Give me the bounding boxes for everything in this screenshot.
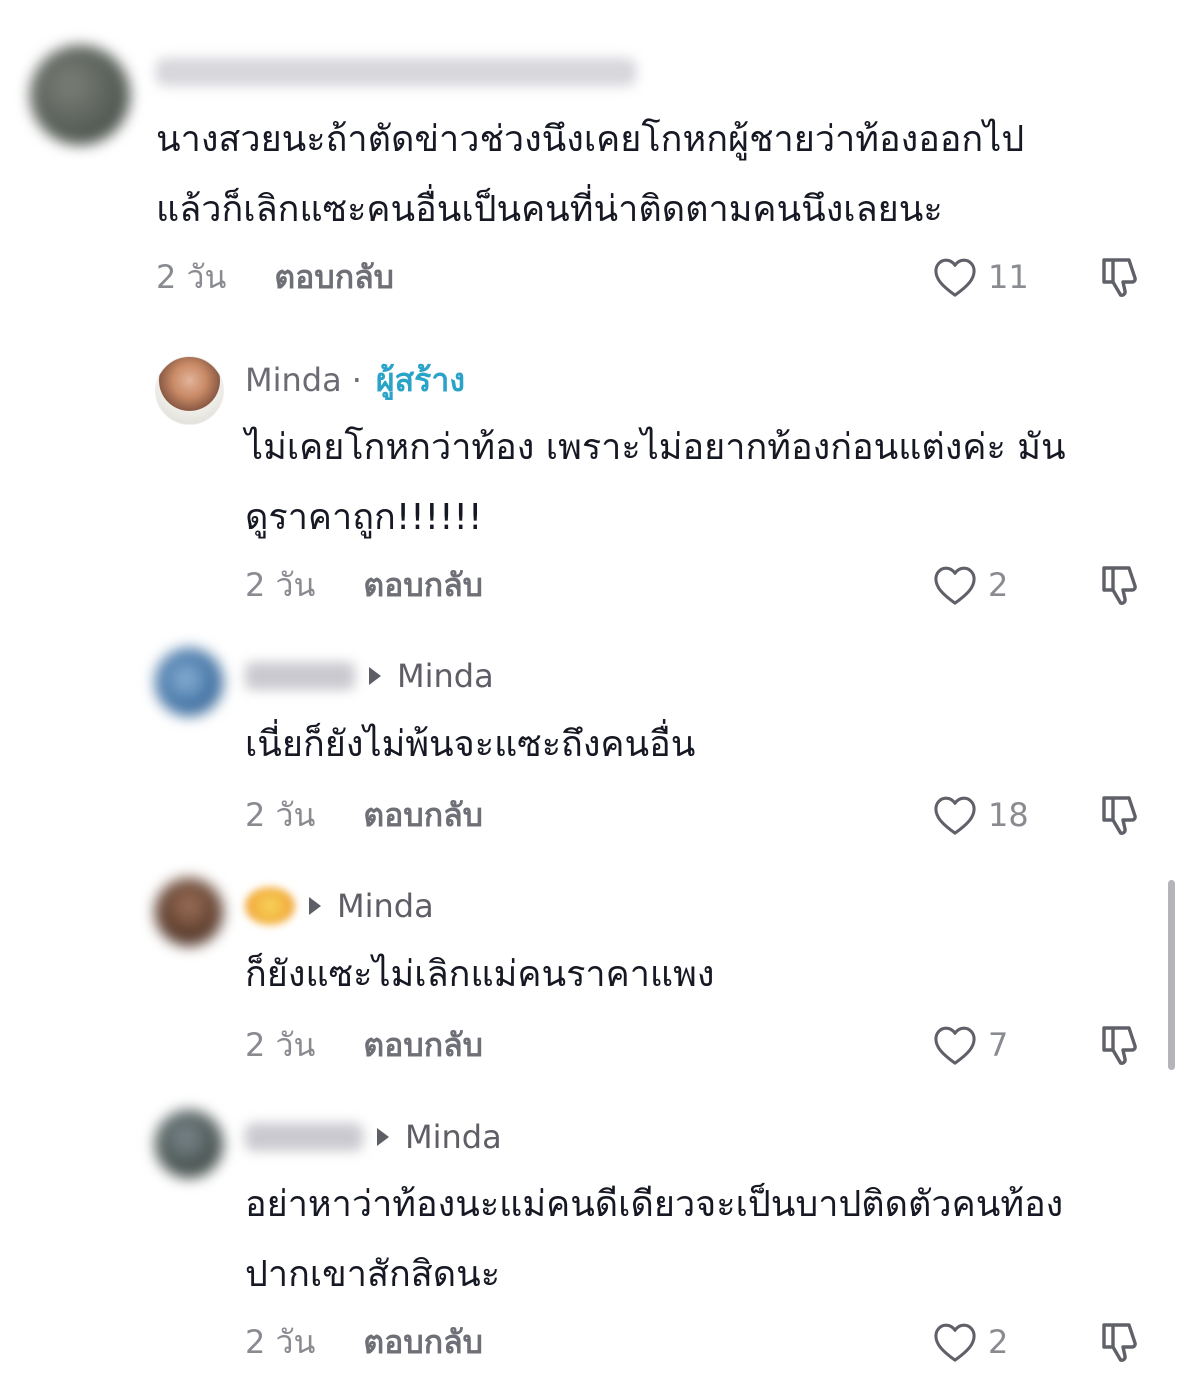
thumbs-down-icon[interactable]	[1096, 791, 1144, 839]
like-button[interactable]: 11	[932, 255, 1029, 299]
like-button[interactable]: 7	[932, 1023, 1008, 1067]
avatar[interactable]	[155, 648, 223, 716]
reply-button[interactable]: ตอบกลับ	[363, 790, 483, 841]
reply-button[interactable]: ตอบกลับ	[363, 1317, 483, 1368]
thumbs-down-icon[interactable]	[1096, 561, 1144, 609]
comment-meta: 2 วัน ตอบกลับ	[245, 793, 483, 837]
reply-button[interactable]: ตอบกลับ	[363, 560, 483, 611]
comment-username[interactable]	[156, 52, 636, 92]
blurred-username	[245, 662, 355, 690]
play-triangle-icon	[309, 897, 321, 915]
heart-icon	[934, 1026, 976, 1065]
avatar[interactable]	[30, 45, 130, 145]
play-triangle-icon	[377, 1128, 389, 1146]
avatar[interactable]	[155, 1110, 223, 1178]
creator-badge: ผู้สร้าง	[375, 360, 465, 399]
comment-time: 2 วัน	[245, 1025, 316, 1064]
emoji-username	[245, 887, 295, 925]
comment-text-line: แล้วก็เลิกแซะคนอื่นเป็นคนที่น่าติดตามคนน…	[156, 189, 943, 230]
thumbs-down-icon[interactable]	[1096, 1318, 1144, 1366]
comment-username[interactable]: Minda	[245, 656, 494, 696]
thumbs-down-icon[interactable]	[1096, 1021, 1144, 1069]
username[interactable]: Minda	[245, 361, 342, 399]
play-triangle-icon	[369, 667, 381, 685]
avatar[interactable]	[155, 356, 224, 425]
like-button[interactable]: 18	[932, 793, 1029, 837]
comment-text: ไม่เคยโกหกว่าท้อง เพราะไม่อยากท้องก่อนแต…	[245, 413, 1165, 553]
avatar[interactable]	[155, 878, 223, 946]
heart-icon	[934, 258, 976, 297]
heart-icon	[934, 1323, 976, 1362]
like-count: 2	[988, 566, 1009, 604]
like-count: 11	[988, 258, 1029, 296]
comment-meta: 2 วัน ตอบกลับ	[245, 563, 483, 607]
like-button[interactable]: 2	[932, 1320, 1008, 1364]
comment-text-line: ปากเขาสักสิดนะ	[245, 1254, 501, 1295]
scrollbar[interactable]	[1168, 880, 1175, 1070]
comment-text-line: เนี่ยก็ยังไม่พ้นจะแซะถึงคนอื่น	[245, 724, 696, 765]
comment-time: 2 วัน	[245, 795, 316, 834]
comment-text-line: อย่าหาว่าท้องนะแม่คนดีเดียวจะเป็นบาปติดต…	[245, 1184, 1064, 1225]
comment-text: ก็ยังแซะไม่เลิกแม่คนราคาแพง	[245, 940, 1165, 1010]
blurred-username	[156, 58, 636, 86]
comment-text: อย่าหาว่าท้องนะแม่คนดีเดียวจะเป็นบาปติดต…	[245, 1170, 1165, 1310]
heart-icon	[934, 796, 976, 835]
heart-icon	[934, 566, 976, 605]
reply-to-username[interactable]: Minda	[337, 887, 434, 925]
comment-text-line: ดูราคาถูก!!!!!!	[245, 497, 483, 538]
reply-button[interactable]: ตอบกลับ	[363, 1020, 483, 1071]
reply-to-username[interactable]: Minda	[397, 657, 494, 695]
reply-to-username[interactable]: Minda	[405, 1118, 502, 1156]
comment-meta: 2 วัน ตอบกลับ	[156, 255, 394, 299]
blurred-username	[245, 1123, 363, 1151]
comment-username[interactable]: Minda	[245, 1117, 502, 1157]
like-button[interactable]: 2	[932, 563, 1008, 607]
reply-button[interactable]: ตอบกลับ	[274, 252, 394, 303]
comment-time: 2 วัน	[245, 565, 316, 604]
comment-text-line: ไม่เคยโกหกว่าท้อง เพราะไม่อยากท้องก่อนแต…	[245, 427, 1066, 468]
comment-text: เนี่ยก็ยังไม่พ้นจะแซะถึงคนอื่น	[245, 710, 1165, 780]
thumbs-down-icon[interactable]	[1096, 253, 1144, 301]
like-count: 2	[988, 1323, 1009, 1361]
like-count: 7	[988, 1026, 1009, 1064]
comment-text-line: ก็ยังแซะไม่เลิกแม่คนราคาแพง	[245, 954, 715, 995]
comment-text: นางสวยนะถ้าตัดข่าวช่วงนึงเคยโกหกผู้ชายว่…	[156, 105, 1076, 245]
comment-time: 2 วัน	[156, 257, 227, 296]
comment-meta: 2 วัน ตอบกลับ	[245, 1320, 483, 1364]
comment-username[interactable]: Minda · ผู้สร้าง	[245, 360, 465, 400]
comment-username[interactable]: Minda	[245, 886, 434, 926]
comment-meta: 2 วัน ตอบกลับ	[245, 1023, 483, 1067]
comment-time: 2 วัน	[245, 1322, 316, 1361]
separator: ·	[351, 361, 362, 399]
comment-text-line: นางสวยนะถ้าตัดข่าวช่วงนึงเคยโกหกผู้ชายว่…	[156, 119, 1025, 160]
like-count: 18	[988, 796, 1029, 834]
